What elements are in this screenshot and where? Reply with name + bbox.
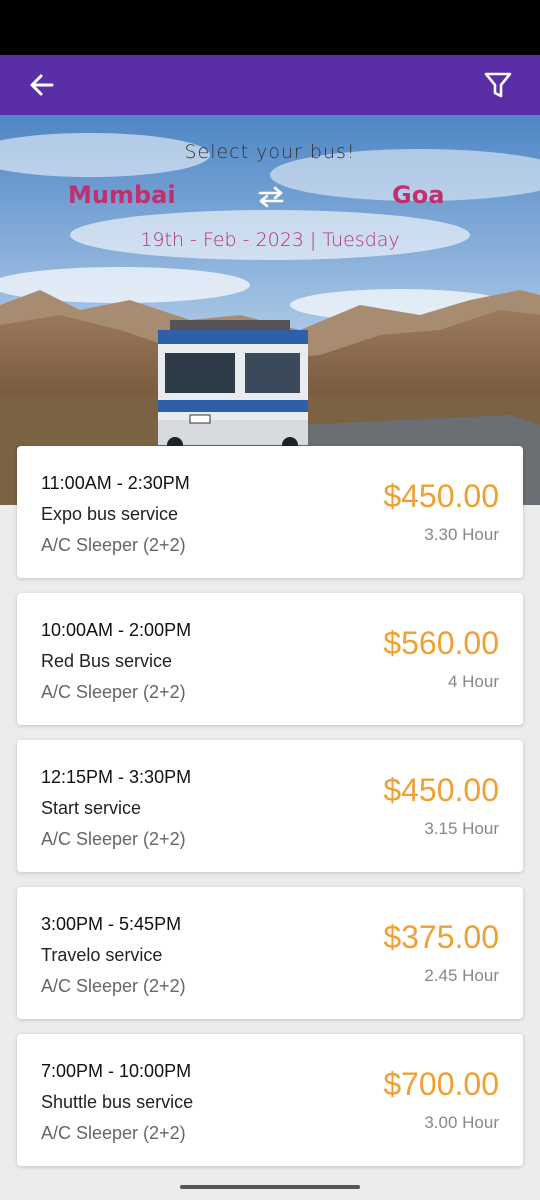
- filter-button[interactable]: [478, 65, 518, 105]
- bus-name: Expo bus service: [41, 504, 179, 524]
- bus-type: A/C Sleeper (2+2): [41, 976, 186, 996]
- bus-duration: 3.30 Hour: [424, 525, 499, 544]
- bus-time: 11:00AM - 2:30PM: [41, 473, 190, 493]
- back-button[interactable]: [22, 65, 62, 105]
- hero-title: Select your bus!: [184, 141, 356, 163]
- bus-card[interactable]: 3:00PM - 5:45PM Travelo service A/C Slee…: [17, 887, 523, 1019]
- bus-time: 12:15PM - 3:30PM: [41, 767, 192, 787]
- bus-type: A/C Sleeper (2+2): [41, 1123, 186, 1143]
- bus-name: Red Bus service: [41, 651, 173, 671]
- bus-price: $375.00: [383, 919, 499, 955]
- bus-time: 10:00AM - 2:00PM: [41, 620, 192, 640]
- bus-price: $450.00: [383, 478, 499, 514]
- bus-name: Shuttle bus service: [41, 1092, 194, 1112]
- bus-card[interactable]: 12:15PM - 3:30PM Start service A/C Sleep…: [17, 740, 523, 872]
- bus-duration: 2.45 Hour: [424, 966, 499, 985]
- destination-city[interactable]: Goa: [392, 181, 444, 209]
- bus-price: $700.00: [383, 1066, 499, 1102]
- bus-duration: 4 Hour: [447, 672, 499, 691]
- bus-type: A/C Sleeper (2+2): [41, 682, 186, 702]
- origin-city[interactable]: Mumbai: [68, 181, 176, 209]
- bus-time: 7:00PM - 10:00PM: [41, 1061, 192, 1081]
- travel-date[interactable]: 19th - Feb - 2023 | Tuesday: [0, 229, 540, 251]
- bus-duration: 3.00 Hour: [424, 1113, 499, 1132]
- bus-type: A/C Sleeper (2+2): [41, 829, 186, 849]
- bus-time: 3:00PM - 5:45PM: [41, 914, 182, 934]
- funnel-filter-icon: [484, 72, 512, 98]
- home-indicator[interactable]: [180, 1185, 360, 1189]
- swap-arrows-icon: [258, 186, 284, 208]
- bus-image: [158, 320, 308, 453]
- bus-name: Start service: [41, 798, 142, 818]
- bus-card[interactable]: 7:00PM - 10:00PM Shuttle bus service A/C…: [17, 1034, 523, 1166]
- app-bar: [0, 55, 540, 115]
- swap-button[interactable]: [256, 185, 286, 209]
- arrow-left-icon: [30, 74, 54, 96]
- bus-list: 11:00AM - 2:30PM Expo bus service A/C Sl…: [17, 446, 523, 1181]
- bus-duration: 3.15 Hour: [424, 819, 499, 838]
- bus-price: $450.00: [383, 772, 499, 808]
- bus-card[interactable]: 10:00AM - 2:00PM Red Bus service A/C Sle…: [17, 593, 523, 725]
- bus-type: A/C Sleeper (2+2): [41, 535, 186, 555]
- bus-name: Travelo service: [41, 945, 163, 965]
- bus-card[interactable]: 11:00AM - 2:30PM Expo bus service A/C Sl…: [17, 446, 523, 578]
- status-bar: [0, 0, 540, 55]
- bus-price: $560.00: [383, 625, 499, 661]
